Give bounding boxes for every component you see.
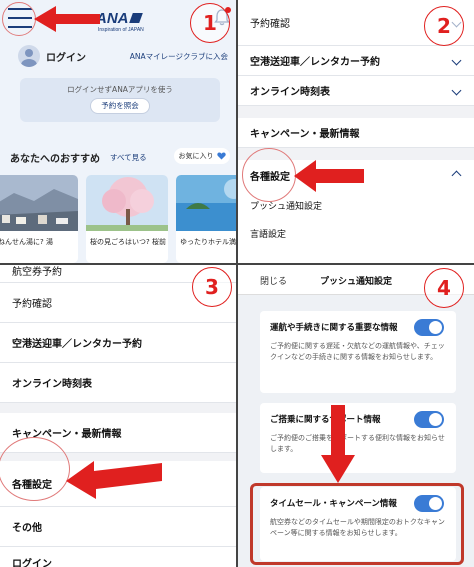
menu-item-airport-transfer[interactable]: 空港送迎車／レンタカー予約	[238, 46, 474, 76]
panel-menu-scrolled: 航空券予約 予約確認 空港送迎車／レンタカー予約 オンライン時刻表 キャンペーン…	[0, 265, 236, 567]
operation-toggle[interactable]	[414, 319, 444, 336]
card-image-town	[0, 175, 78, 231]
submenu-item-language[interactable]: 言語設定	[238, 220, 474, 246]
recommend-cards: ねんせん湯に? 湯 桜の見ごろはいつ? 桜前 ゆったりホテル満喫	[0, 175, 236, 263]
menu-item-label: 予約確認	[12, 299, 52, 310]
menu-item-timetable[interactable]: オンライン時刻表	[0, 363, 236, 403]
guest-login-text: ログインせずANAアプリを使う	[67, 85, 173, 94]
panel-divider-horizontal	[0, 263, 474, 265]
recommend-card[interactable]: ゆったりホテル満喫	[176, 175, 236, 263]
menu-item-label: その他	[12, 523, 42, 534]
login-label[interactable]: ログイン	[46, 49, 86, 64]
avatar-icon	[18, 45, 40, 67]
menu-item-label: 航空券予約	[12, 267, 62, 278]
red-arrow-icon	[66, 461, 162, 499]
guest-login-box: ログインせずANAアプリを使う 予約を照会	[20, 78, 220, 122]
setting-description: ご予約便のご搭乗をサポートする便利な情報をお知らせします。	[270, 434, 445, 453]
panel-push-settings: 閉じる プッシュ通知設定 運航や手続きに関する重要な情報 ご予約便に関する遅延・…	[238, 265, 474, 567]
reservation-lookup-button[interactable]: 予約を照会	[90, 98, 150, 114]
chevron-down-icon	[451, 55, 462, 66]
setting-card-support: ご搭乗に関するサポート情報 ご予約便のご搭乗をサポートする便利な情報をお知らせし…	[260, 403, 456, 473]
highlight-circle	[0, 437, 70, 501]
support-toggle[interactable]	[414, 411, 444, 428]
ana-logo-subtitle: Inspiration of JAPAN	[98, 27, 144, 33]
menu-item-label: キャンペーン・最新情報	[250, 129, 360, 140]
card-text: ゆったりホテル満喫	[180, 238, 236, 246]
step-number-3: 3	[192, 267, 232, 307]
step-number-4: 4	[424, 268, 464, 308]
favorites-label: お気に入り	[178, 152, 214, 160]
setting-card-operation: 運航や手続きに関する重要な情報 ご予約便に関する遅延・欠航などの運航情報や、チェ…	[260, 311, 456, 393]
submenu-item-label: 言語設定	[250, 229, 287, 240]
see-all-link[interactable]: すべて見る	[110, 152, 147, 163]
menu-item-airport-transfer[interactable]: 空港送迎車／レンタカー予約	[0, 323, 236, 363]
red-arrow-icon	[294, 160, 364, 192]
menu-item-label: オンライン時刻表	[250, 87, 330, 98]
menu-item-label: 空港送迎車／レンタカー予約	[12, 339, 142, 350]
red-arrow-icon	[34, 6, 100, 32]
page-title: プッシュ通知設定	[320, 277, 393, 287]
setting-description: ご予約便に関する遅延・欠航などの運航情報や、チェックインなどの手続きに関する情報…	[270, 342, 445, 361]
card-image-sakura	[86, 175, 168, 231]
ana-logo: ANA	[96, 10, 143, 27]
step-number-1: 1	[190, 3, 230, 43]
step-number-2: 2	[424, 6, 464, 46]
menu-item-timetable[interactable]: オンライン時刻表	[238, 76, 474, 106]
recommend-card[interactable]: ねんせん湯に? 湯	[0, 175, 78, 263]
panel-divider-vertical	[236, 0, 238, 567]
panel-menu-top: 予約確認 空港送迎車／レンタカー予約 オンライン時刻表 キャンペーン・最新情報 …	[238, 0, 474, 263]
menu-item-other[interactable]: その他	[0, 507, 236, 547]
card-text: 桜の見ごろはいつ? 桜前	[90, 238, 166, 246]
chevron-down-icon	[451, 85, 462, 96]
recommend-title: あなたへのおすすめ	[10, 154, 100, 165]
section-divider	[238, 106, 474, 118]
highlight-circle	[242, 148, 296, 202]
mileage-club-link[interactable]: ANAマイレージクラブに入会	[130, 51, 228, 62]
highlight-circle	[2, 2, 36, 36]
highlight-frame	[250, 483, 464, 565]
heart-icon	[216, 152, 226, 160]
menu-item-label: ログイン	[12, 558, 52, 567]
menu-item-label: オンライン時刻表	[12, 379, 92, 390]
recommend-card[interactable]: 桜の見ごろはいつ? 桜前	[86, 175, 168, 263]
section-divider	[0, 403, 236, 413]
card-image-sea	[176, 175, 236, 231]
close-button[interactable]: 閉じる	[260, 274, 287, 287]
menu-item-label: 空港送迎車／レンタカー予約	[250, 57, 380, 68]
favorites-button[interactable]: お気に入り	[174, 148, 230, 164]
menu-item-label: 予約確認	[250, 19, 290, 30]
menu-item-campaign[interactable]: キャンペーン・最新情報	[238, 118, 474, 148]
setting-title: 運航や手続きに関する重要な情報	[270, 323, 398, 333]
red-arrow-icon	[321, 405, 355, 483]
panel-home: ANA Inspiration of JAPAN ログイン ANAマイレージクラ…	[0, 0, 236, 263]
card-text: ねんせん湯に? 湯	[0, 238, 53, 246]
menu-item-login[interactable]: ログイン	[0, 547, 236, 567]
chevron-up-icon	[451, 170, 462, 180]
login-row[interactable]: ログイン ANAマイレージクラブに入会	[18, 44, 228, 68]
